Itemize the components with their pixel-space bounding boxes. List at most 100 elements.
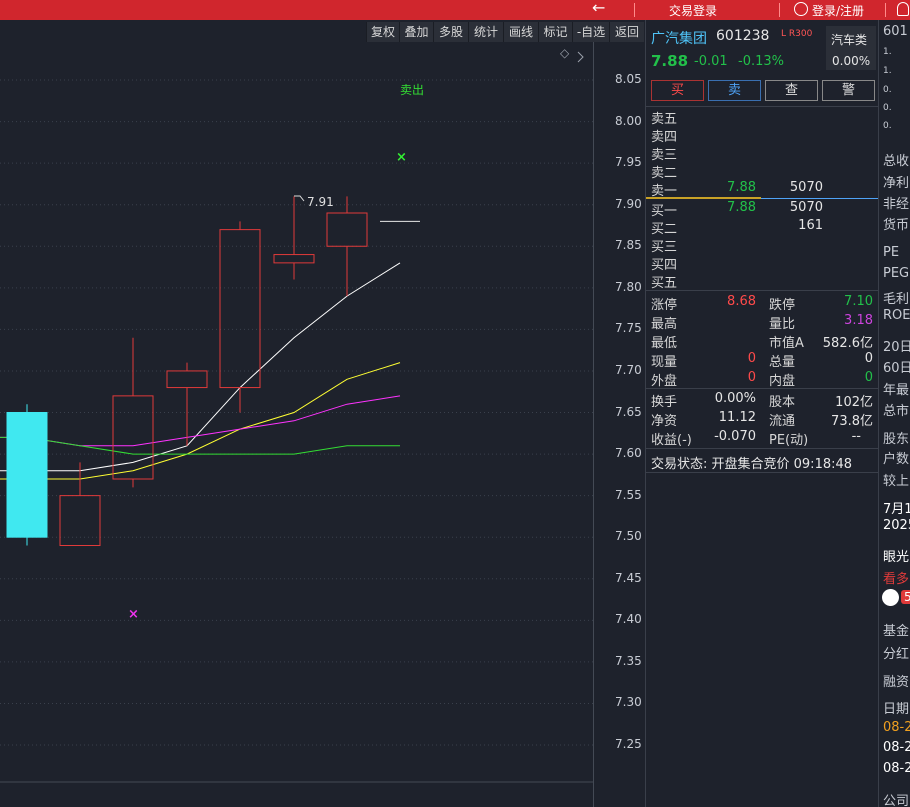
side-households: 户数 (883, 452, 910, 467)
buy-button[interactable]: 买 (651, 80, 704, 101)
limit-down-label: 跌停 (769, 298, 796, 313)
price-tick-label: 7.40 (615, 612, 642, 627)
bid1-price: 7.88 (727, 200, 756, 215)
price-tick-label: 7.75 (615, 321, 642, 336)
stock-code: 601238 (716, 28, 770, 44)
toolbar-mark-button[interactable]: 标记 (538, 22, 572, 42)
price-tick-label: 7.55 (615, 487, 642, 502)
price-change-pct: -0.13% (738, 54, 784, 69)
side-roe: ROE (883, 308, 910, 323)
side-mini-3: 0. (883, 85, 892, 95)
side-company: 公司 (883, 794, 910, 807)
side-date-row-2: 08-2 (883, 740, 910, 755)
bid1-volume: 5070 (789, 200, 823, 215)
price-tick-label: 7.25 (615, 737, 642, 751)
last-price: 7.88 (651, 52, 689, 70)
diamond-icon[interactable]: ◇ (560, 46, 570, 60)
price-tick-label: 7.90 (615, 196, 642, 211)
nav-value: 11.12 (718, 410, 756, 425)
chart-grid (0, 79, 593, 783)
candle (326, 196, 368, 297)
trade-status: 交易状态: 开盘集合竞价 09:18:48 (651, 457, 853, 472)
candle-body (6, 412, 48, 538)
stock-tags: L R300 (781, 29, 813, 39)
limit-up-value: 8.68 (727, 294, 756, 309)
price-tick-label: 7.60 (615, 446, 642, 461)
green-cross-marker: × (396, 150, 407, 165)
annotations: 卖出 × × 7.91 ◇ (128, 46, 584, 622)
toolbar-back-button[interactable]: 返回 (609, 22, 644, 42)
arrow-left-icon[interactable]: ← (592, 0, 605, 17)
side-bullish: 看多 (883, 572, 910, 587)
candle (6, 404, 48, 546)
side-mini-5: 0. (883, 121, 892, 131)
high-price-annotation: 7.91 (307, 195, 334, 209)
divider (646, 290, 879, 291)
price-tick-label: 7.80 (615, 279, 642, 294)
divider (885, 3, 886, 17)
toolbar-draw-button[interactable]: 画线 (503, 22, 538, 42)
headset-icon[interactable] (897, 2, 909, 16)
ask4-label: 卖四 (651, 130, 678, 145)
price-axis: 8.05 8.00 7.95 7.90 7.85 7.80 7.75 7.70 7.65 7.60… (593, 42, 646, 807)
quote-panel: 广汽集团 601238 L R300 汽车类 0.00% 7.88 -0.01 … (645, 20, 879, 807)
toolbar-fuquan-button[interactable]: 复权 (366, 22, 399, 42)
side-year-high: 年最 (883, 383, 910, 398)
toolbar-overlay-button[interactable]: 叠加 (399, 22, 433, 42)
bid5-label: 买五 (651, 276, 678, 291)
price-tick-label: 7.95 (615, 155, 642, 170)
query-button[interactable]: 查 (765, 80, 818, 101)
login-register-button[interactable]: 登录/注册 (812, 2, 864, 19)
toolbar-remove-watchlist-button[interactable]: -自选 (572, 22, 609, 42)
bid2-volume: 161 (798, 218, 823, 233)
price-tick-label: 7.45 (615, 570, 642, 585)
side-net-profit: 净利 (883, 176, 910, 191)
side-code: 601 (883, 24, 908, 39)
side-shareholders: 股东 (883, 432, 910, 447)
eps-label: 收益(-) (651, 433, 692, 448)
side-pe: PE (883, 245, 900, 260)
side-date-row-1: 08-2 (883, 720, 910, 735)
chevron-right-icon[interactable] (577, 51, 584, 63)
side-date-1: 7月1 (883, 502, 910, 517)
side-gross-margin: 毛利 (883, 292, 910, 307)
volume-ratio-value: 3.18 (844, 313, 873, 328)
stock-name[interactable]: 广汽集团 (651, 28, 707, 48)
volume-ratio-label: 量比 (769, 317, 796, 332)
sector-name: 汽车类 (831, 33, 868, 47)
side-mini-4: 0. (883, 103, 892, 113)
candle-body (166, 370, 208, 389)
side-vs-prior: 较上 (883, 474, 910, 489)
chart-toolbar: 复权 叠加 多股 统计 画线 标记 -自选 返回 (0, 22, 644, 42)
thumbs-up-icon[interactable] (882, 589, 899, 606)
user-icon[interactable] (794, 2, 808, 16)
ma60-line (0, 436, 400, 455)
price-tick-label: 7.65 (615, 404, 642, 419)
ask5-label: 卖五 (651, 112, 678, 127)
toolbar-stats-button[interactable]: 统计 (468, 22, 503, 42)
high-annotation-pointer (294, 195, 305, 202)
divider (779, 3, 780, 17)
turnover-value: 0.00% (714, 391, 756, 406)
bid4-label: 买四 (651, 258, 678, 273)
bid3-label: 买三 (651, 240, 678, 255)
alert-button[interactable]: 警 (822, 80, 875, 101)
price-tick-label: 7.30 (615, 695, 642, 710)
turnover-label: 换手 (651, 395, 678, 410)
sell-button[interactable]: 卖 (708, 80, 761, 101)
sector-box[interactable]: 汽车类 0.00% (826, 26, 876, 70)
candle-body (219, 229, 261, 389)
limit-up-label: 涨停 (651, 298, 678, 313)
side-non-recurring: 非经 (883, 197, 910, 212)
side-vision: 眼光 (883, 550, 910, 565)
trade-login-button[interactable]: 交易登录 (669, 2, 717, 19)
kline-chart[interactable]: 卖出 × × 7.91 ◇ (0, 42, 600, 807)
toolbar-multi-stock-button[interactable]: 多股 (433, 22, 468, 42)
price-tick-label: 7.70 (615, 362, 642, 377)
price-change: -0.01 (694, 54, 728, 69)
candle (166, 362, 208, 446)
ask3-label: 卖三 (651, 148, 678, 163)
f10-side-panel: 601 1. 1. 0. 0. 0. 总收 净利 非经 货币 PE PEG 毛利… (878, 20, 910, 807)
price-tick-label: 7.35 (615, 653, 642, 668)
side-date-2: 2025 (883, 518, 910, 533)
